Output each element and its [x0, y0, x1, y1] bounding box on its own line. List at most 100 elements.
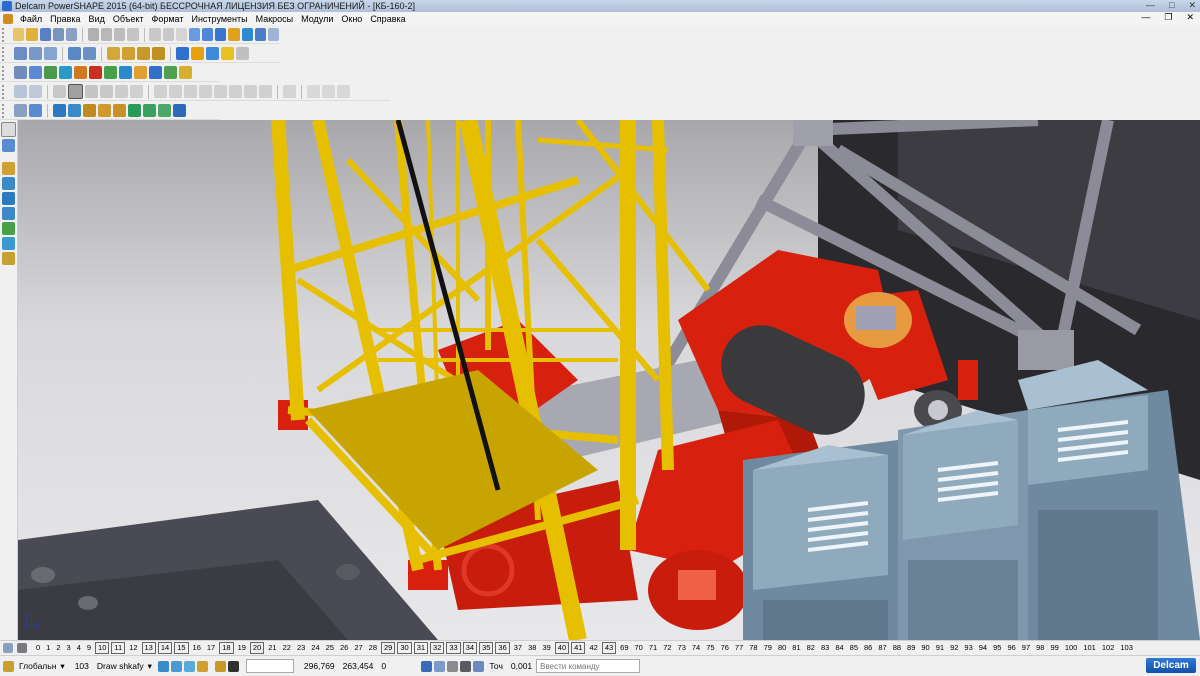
style-icon-4[interactable]	[196, 660, 208, 672]
blue-arrow-icon[interactable]	[119, 66, 132, 79]
workplane-icon[interactable]	[3, 660, 14, 672]
command-input[interactable]	[536, 659, 641, 673]
level-button[interactable]: 27	[352, 643, 364, 653]
level-button[interactable]: 78	[747, 643, 759, 653]
mdi-minimize-icon[interactable]: —	[1141, 12, 1150, 23]
level-button[interactable]: 101	[1081, 643, 1098, 653]
level-button[interactable]: 39	[540, 643, 552, 653]
menu-edit[interactable]: Правка	[46, 14, 84, 24]
solid-tool-8-icon[interactable]	[128, 104, 141, 117]
mdi-close-icon[interactable]: ✕	[1186, 12, 1194, 23]
solid-tool-2-icon[interactable]	[29, 104, 42, 117]
level-button[interactable]: 79	[762, 643, 774, 653]
solid-tool-10-icon[interactable]	[158, 104, 171, 117]
level-button[interactable]: 87	[876, 643, 888, 653]
view-front-icon[interactable]	[29, 47, 42, 60]
new-file-icon[interactable]	[13, 28, 25, 41]
edit-15-icon[interactable]	[283, 85, 296, 98]
edit-9-icon[interactable]	[184, 85, 197, 98]
level-button[interactable]: 1	[44, 643, 52, 653]
level-button[interactable]: 26	[338, 643, 350, 653]
level-filter-icon[interactable]	[17, 643, 27, 653]
dimension-tool-icon[interactable]	[2, 222, 15, 235]
level-button[interactable]: 70	[633, 643, 645, 653]
edit-1-icon[interactable]	[53, 85, 66, 98]
level-button[interactable]: 95	[991, 643, 1003, 653]
level-button[interactable]: 97	[1020, 643, 1032, 653]
box-icon[interactable]	[134, 66, 147, 79]
red-sphere-icon[interactable]	[89, 66, 102, 79]
calc-icon[interactable]	[421, 660, 433, 672]
workplane-select[interactable]: Глобальн	[15, 661, 60, 671]
edit-17-icon[interactable]	[322, 85, 335, 98]
print-icon[interactable]	[65, 28, 78, 41]
edit-16-icon[interactable]	[307, 85, 320, 98]
level-button[interactable]: 100	[1063, 643, 1080, 653]
solid-tool-1-icon[interactable]	[14, 104, 27, 117]
surface-icon[interactable]	[241, 28, 253, 41]
edit-2-icon[interactable]	[68, 84, 83, 99]
doc-icon[interactable]	[3, 13, 13, 24]
solid-tool-7-icon[interactable]	[113, 104, 126, 117]
edit-10-icon[interactable]	[199, 85, 212, 98]
level-button[interactable]: 93	[962, 643, 974, 653]
render-icon[interactable]	[206, 47, 219, 60]
level-button[interactable]: 21	[266, 643, 278, 653]
level-button[interactable]: 37	[512, 643, 524, 653]
level-button[interactable]: 33	[446, 642, 461, 654]
orange-shape-icon[interactable]	[74, 66, 87, 79]
wireframe-icon[interactable]	[83, 47, 96, 60]
save-icon[interactable]	[39, 28, 51, 41]
measure-icon[interactable]	[267, 28, 280, 41]
surface-tool-icon[interactable]	[2, 177, 15, 190]
level-dropdown-icon[interactable]: ▾	[148, 661, 152, 672]
copy-icon[interactable]	[101, 28, 113, 41]
level-button[interactable]: 72	[661, 643, 673, 653]
level-button[interactable]: 38	[526, 643, 538, 653]
maximize-icon[interactable]: □	[1169, 0, 1174, 11]
coord-mode-icon[interactable]	[434, 660, 446, 672]
level-button[interactable]: 15	[174, 642, 189, 654]
document-icon[interactable]	[29, 66, 42, 79]
level-button[interactable]: 88	[891, 643, 903, 653]
delete-icon[interactable]	[127, 28, 139, 41]
teal-shape-icon[interactable]	[59, 66, 72, 79]
levels-icon[interactable]	[3, 643, 13, 653]
solid-tool-6-icon[interactable]	[98, 104, 111, 117]
component-icon[interactable]	[179, 66, 192, 79]
level-button[interactable]: 82	[805, 643, 817, 653]
paste-icon[interactable]	[114, 28, 126, 41]
edit-12-icon[interactable]	[229, 85, 242, 98]
level-button[interactable]: 80	[776, 643, 788, 653]
menu-help[interactable]: Справка	[366, 14, 409, 24]
level-button[interactable]: 74	[690, 643, 702, 653]
style-icon-2[interactable]	[170, 660, 182, 672]
level-button[interactable]: 16	[191, 643, 203, 653]
zoom-out-icon[interactable]	[122, 47, 135, 60]
edit-8-icon[interactable]	[169, 85, 182, 98]
light-icon[interactable]	[191, 47, 204, 60]
level-button[interactable]: 69	[618, 643, 630, 653]
pointer-icon[interactable]	[1, 122, 16, 137]
shaded-icon[interactable]	[68, 47, 81, 60]
toolbar-grip[interactable]	[2, 103, 10, 118]
level-button[interactable]: 29	[381, 642, 396, 654]
level-button[interactable]: 76	[719, 643, 731, 653]
level-button[interactable]: 75	[704, 643, 716, 653]
menu-window[interactable]: Окно	[337, 14, 366, 24]
level-button[interactable]: 12	[127, 643, 139, 653]
edit-14-icon[interactable]	[259, 85, 272, 98]
level-button[interactable]: 13	[141, 642, 156, 654]
assembly-icon[interactable]	[164, 66, 177, 79]
level-button[interactable]: 32	[430, 642, 445, 654]
level-button[interactable]: 25	[324, 643, 336, 653]
grid-icon[interactable]	[227, 660, 239, 672]
green-arrow-icon[interactable]	[104, 66, 117, 79]
level-button[interactable]: 96	[1005, 643, 1017, 653]
level-button[interactable]: 85	[848, 643, 860, 653]
edit-18-icon[interactable]	[337, 85, 350, 98]
level-button[interactable]: 18	[219, 642, 234, 654]
minimize-icon[interactable]: —	[1146, 0, 1155, 11]
save-as-icon[interactable]	[52, 28, 64, 41]
text-tool-icon[interactable]	[2, 237, 15, 250]
